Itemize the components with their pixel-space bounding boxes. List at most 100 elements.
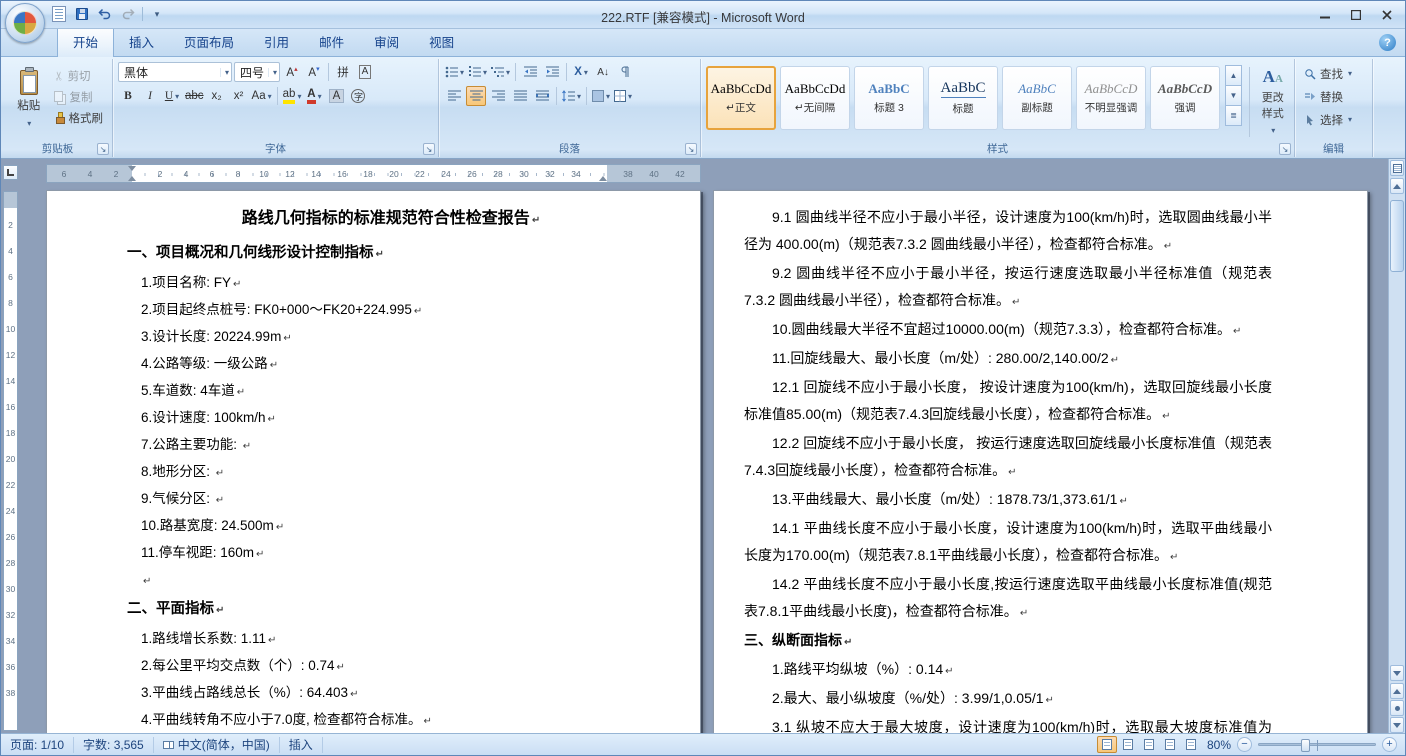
paragraph[interactable]: 6.设计速度: 100km/h [127,405,655,432]
help-icon[interactable] [1379,34,1396,51]
hanging-indent-marker[interactable] [128,176,136,181]
select-browse-object-button[interactable] [1390,700,1404,716]
paragraph[interactable]: 7.公路主要功能: [127,432,655,459]
right-indent-marker[interactable] [599,176,607,181]
paragraph[interactable]: 4.公路等级: 一级公路 [127,351,655,378]
underline-button[interactable]: U [162,86,182,106]
document-page-1[interactable]: 路线几何指标的标准规范符合性检查报告一、项目概况和几何线形设计控制指标1.项目名… [46,190,701,733]
paragraph[interactable]: 5.车道数: 4车道 [127,378,655,405]
style-chip[interactable]: AaBbCcDd ↵正文 [706,66,776,130]
ribbon-tab[interactable]: 引用 [249,27,304,56]
format-painter-button[interactable]: 格式刷 [50,107,108,128]
character-shading-button[interactable]: A [326,86,346,106]
paragraph-dialog-launcher[interactable] [685,143,697,155]
ribbon-tab[interactable]: 邮件 [304,27,359,56]
subscript-button[interactable]: x₂ [207,86,227,106]
superscript-button[interactable]: x² [229,86,249,106]
ribbon-tab[interactable]: 插入 [114,27,169,56]
cut-button[interactable]: ✂ 剪切 [50,65,108,86]
font-dialog-launcher[interactable] [423,143,435,155]
style-chip[interactable]: AaBbC 副标题 [1002,66,1072,130]
view-draft-button[interactable] [1181,736,1201,753]
replace-button[interactable]: 替换 [1300,86,1367,107]
paragraph[interactable]: 12.1 回旋线不应小于最小长度， 按设计速度为100(km/h)，选取回旋线最… [744,374,1272,430]
paragraph[interactable]: 4.平曲线转角不应小于7.0度, 检查都符合标准。 [127,707,655,733]
align-left-button[interactable] [444,86,464,106]
paragraph[interactable]: 8.地形分区: [127,459,655,486]
paragraph[interactable]: 9.1 圆曲线半径不应小于最小半径，设计速度为100(km/h)时，选取圆曲线最… [744,204,1272,260]
decrease-indent-button[interactable] [520,62,540,82]
zoom-slider-thumb[interactable] [1301,739,1310,752]
redo-button[interactable] [118,4,138,24]
style-chip[interactable]: AaBbCcDd ↵无间隔 [780,66,850,130]
close-button[interactable] [1373,5,1400,24]
numbering-button[interactable] [467,62,488,82]
multilevel-list-button[interactable] [490,62,511,82]
zoom-in-button[interactable] [1382,737,1397,752]
paragraph[interactable]: 3.设计长度: 20224.99m [127,324,655,351]
first-line-indent-marker[interactable] [128,166,136,171]
distribute-button[interactable] [532,86,552,106]
scroll-down-button[interactable] [1390,665,1404,681]
text-highlight-button[interactable]: ab [282,86,303,106]
paragraph[interactable]: 10.圆曲线最大半径不宜超过10000.00(m)（规范7.3.3），检查都符合… [744,316,1272,345]
page-indicator[interactable]: 页面: 1/10 [1,737,74,753]
style-chip[interactable]: AaBbCcD 强调 [1150,66,1220,130]
asian-layout-button[interactable]: X [571,62,591,82]
gallery-up-button[interactable]: ▲ [1225,65,1242,86]
bullets-button[interactable] [444,62,465,82]
paragraph[interactable]: 10.路基宽度: 24.500m [127,513,655,540]
paste-button[interactable]: 粘贴 [8,62,50,141]
paragraph[interactable]: 2.项目起终点桩号: FK0+000～FK20+224.995 [127,297,655,324]
character-border-button[interactable]: A [355,62,375,82]
ribbon-tab[interactable]: 视图 [414,27,469,56]
shading-button[interactable] [591,86,611,106]
paragraph[interactable]: 三、纵断面指标 [744,627,1272,656]
view-fullscreen-reading-button[interactable] [1118,736,1138,753]
view-print-layout-button[interactable] [1097,736,1117,753]
save-button[interactable] [72,4,92,24]
previous-page-button[interactable] [1390,683,1404,699]
paragraph[interactable] [127,567,655,594]
line-spacing-button[interactable] [561,86,582,106]
change-case-button[interactable]: Aa [251,86,273,106]
zoom-out-button[interactable] [1237,737,1252,752]
paragraph[interactable]: 2.最大、最小纵坡度（%/处）: 3.99/1,0.05/1 [744,685,1272,714]
sort-button[interactable]: A↓ [593,62,613,82]
paragraph[interactable]: 2.每公里平均交点数（个）: 0.74 [127,653,655,680]
paragraph[interactable]: 1.项目名称: FY [127,270,655,297]
paragraph[interactable]: 一、项目概况和几何线形设计控制指标 [127,238,655,270]
enclose-characters-button[interactable]: 字 [348,86,368,106]
strikethrough-button[interactable]: abc [184,86,205,106]
undo-button[interactable] [95,4,115,24]
styles-dialog-launcher[interactable] [1279,143,1291,155]
style-chip[interactable]: AaBbC 标题 3 [854,66,924,130]
vertical-scrollbar[interactable] [1388,159,1405,733]
next-page-button[interactable] [1390,717,1404,733]
shrink-font-button[interactable]: A [304,62,324,82]
change-styles-button[interactable]: AA 更改样式 [1257,62,1289,136]
align-right-button[interactable] [488,86,508,106]
justify-button[interactable] [510,86,530,106]
paragraph[interactable]: 9.气候分区: [127,486,655,513]
paragraph[interactable]: 二、平面指标 [127,594,655,626]
ribbon-tab[interactable]: 页面布局 [169,27,249,56]
tab-stop-selector[interactable] [3,165,18,180]
insert-mode-indicator[interactable]: 插入 [280,737,323,753]
toggle-ruler-button[interactable] [1390,160,1404,176]
paragraph[interactable]: 路线几何指标的标准规范符合性检查报告 [127,204,655,236]
view-outline-button[interactable] [1160,736,1180,753]
zoom-level[interactable]: 80% [1207,738,1231,752]
paragraph[interactable]: 13.平曲线最大、最小长度（m/处）: 1878.73/1,373.61/1 [744,486,1272,515]
style-chip[interactable]: AaBbC 标题 [928,66,998,130]
ribbon-tab[interactable]: 审阅 [359,27,414,56]
borders-button[interactable] [613,86,633,106]
paragraph[interactable]: 1.路线平均纵坡（%）: 0.14 [744,656,1272,685]
paragraph[interactable]: 11.停车视距: 160m [127,540,655,567]
maximize-button[interactable] [1342,5,1369,24]
select-button[interactable]: 选择 [1300,109,1367,130]
document-page-2[interactable]: 9.1 圆曲线半径不应小于最小半径，设计速度为100(km/h)时，选取圆曲线最… [713,190,1368,733]
paragraph[interactable]: 14.2 平曲线长度不应小于最小长度,按运行速度选取平曲线最小长度标准值(规范表… [744,571,1272,627]
ribbon-tab[interactable]: 开始 [57,26,114,57]
find-button[interactable]: 查找 [1300,63,1367,84]
